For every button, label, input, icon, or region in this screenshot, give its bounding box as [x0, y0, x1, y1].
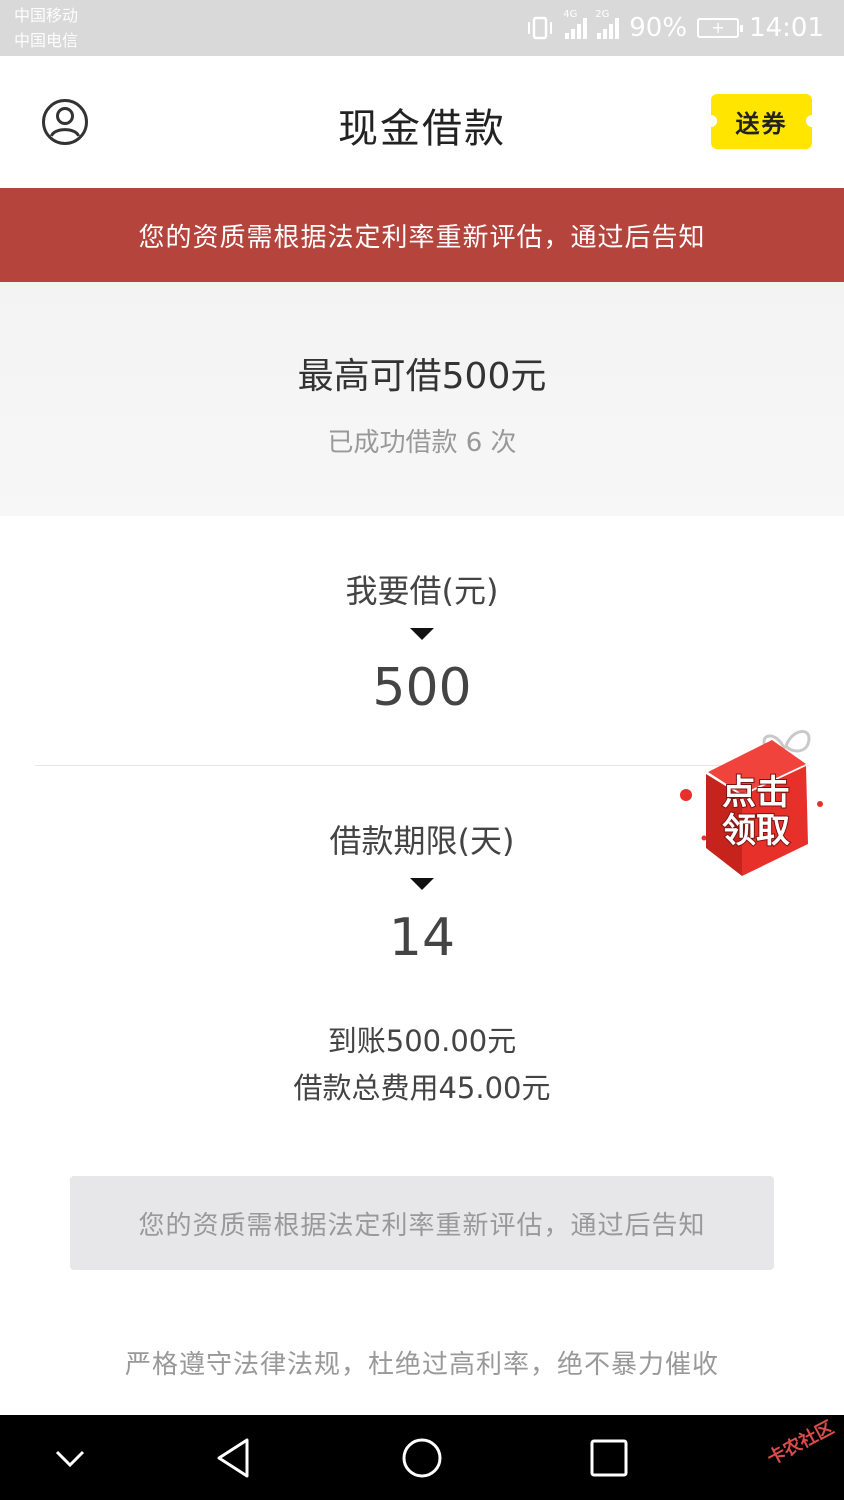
battery-icon: +	[697, 18, 744, 38]
carrier-1: 中国移动	[14, 6, 79, 25]
clock: 14:01	[749, 13, 824, 43]
status-bar: 中国移动 中国电信 4G 2G 90% + 14:01	[0, 0, 844, 56]
app-header: 现金借款 送券	[0, 56, 844, 188]
total-fee-text: 借款总费用45.00元	[293, 1071, 551, 1105]
amount-received-text: 到账500.00元	[327, 1024, 517, 1058]
system-nav-bar: 卡农社区	[0, 1415, 844, 1500]
vibrate-icon	[528, 16, 553, 40]
compliance-note: 严格遵守法律法规，杜绝过高利率，绝不暴力催收	[124, 1350, 719, 1380]
coupon-button[interactable]: 送券	[705, 94, 818, 149]
gift-box-icon[interactable]: 点击 领取	[678, 722, 828, 878]
notice-banner: 您的资质需根据法定利率重新评估，通过后告知	[0, 188, 844, 282]
home-circle-icon[interactable]	[399, 1435, 445, 1481]
battery-percent: 90%	[629, 13, 688, 43]
loan-amount-label: 我要借(元)	[345, 572, 499, 610]
carrier-2: 中国电信	[14, 31, 79, 50]
submit-loan-button[interactable]: 您的资质需根据法定利率重新评估，通过后告知	[70, 1176, 774, 1270]
signal-4g-icon: 4G	[563, 9, 588, 39]
loan-term-value[interactable]: 14	[0, 908, 844, 968]
credit-limit-panel: 最高可借500元 已成功借款 6 次	[0, 282, 844, 516]
network-1-label: 4G	[563, 9, 578, 20]
signal-2g-icon: 2G	[595, 9, 620, 39]
network-2-label: 2G	[595, 9, 610, 20]
watermark-text: 卡农社区	[763, 1417, 838, 1470]
gift-line-1: 点击	[722, 773, 790, 813]
loan-count-text: 已成功借款 6 次	[327, 428, 517, 458]
gift-line-2: 领取	[722, 811, 790, 851]
amount-dropdown-caret-icon[interactable]	[410, 628, 434, 640]
status-icons: 4G 2G 90% + 14:01	[525, 9, 824, 46]
loan-amount-value[interactable]: 500	[0, 658, 844, 718]
recents-square-icon[interactable]	[586, 1435, 632, 1481]
max-loan-title: 最高可借500元	[297, 356, 547, 397]
chevron-down-icon[interactable]	[47, 1435, 93, 1481]
back-triangle-icon[interactable]	[211, 1435, 257, 1481]
term-dropdown-caret-icon[interactable]	[410, 878, 434, 890]
